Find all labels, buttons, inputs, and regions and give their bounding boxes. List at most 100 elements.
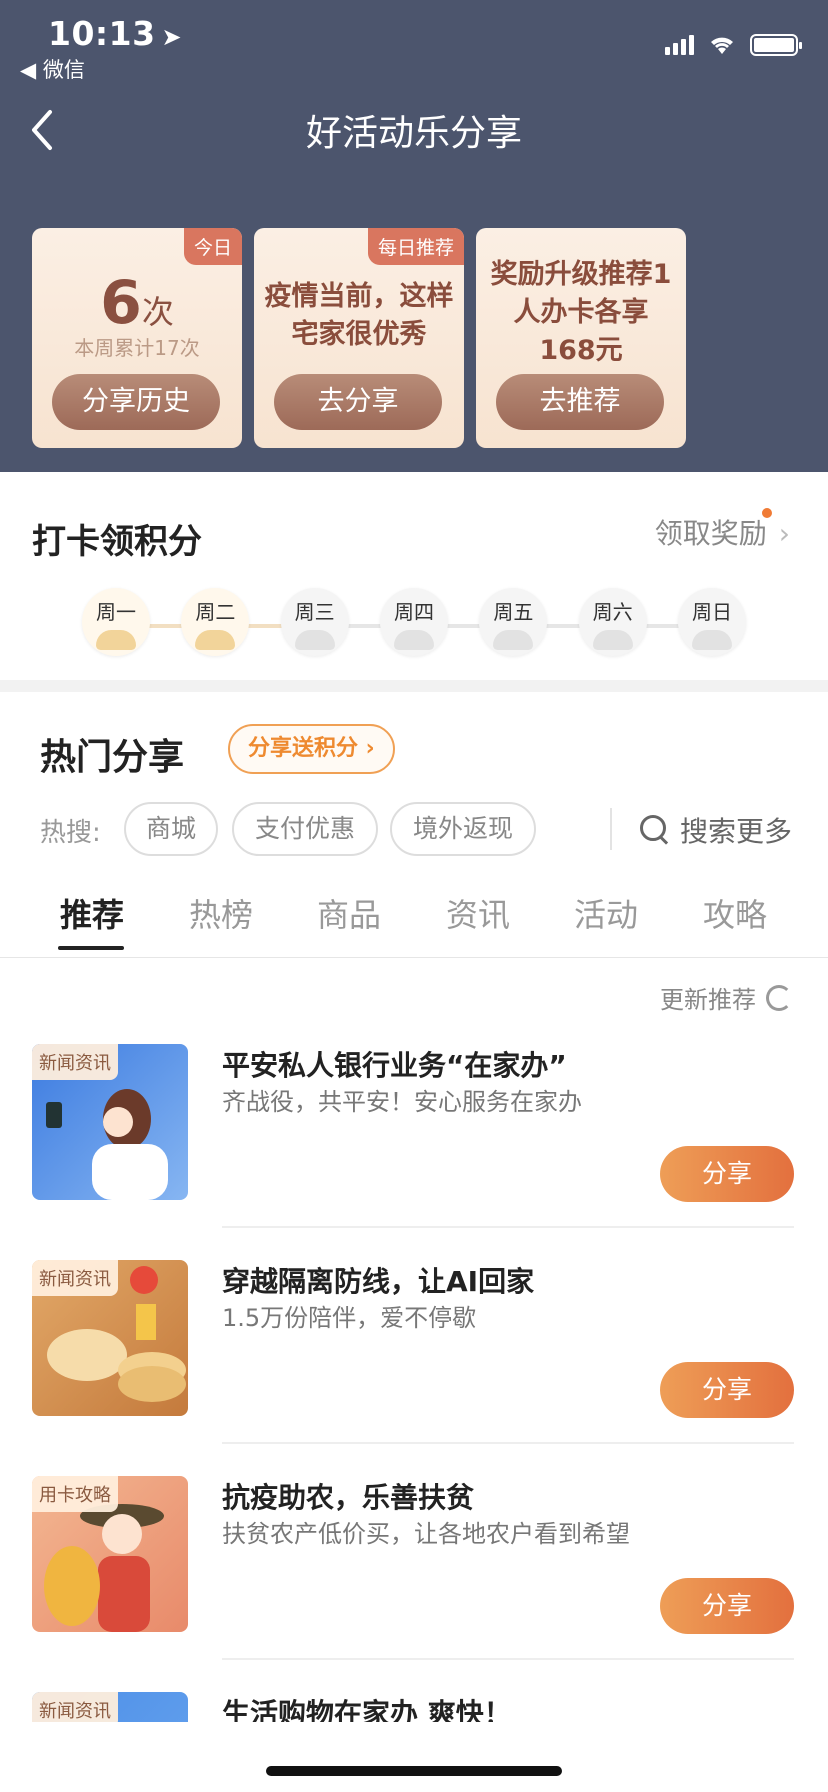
- article-thumbnail: 用卡攻略: [32, 1476, 188, 1632]
- points-coin-icon: [195, 630, 236, 650]
- tab-news[interactable]: 资讯: [414, 890, 542, 936]
- tab-hot-list[interactable]: 热榜: [157, 890, 285, 936]
- share-history-button[interactable]: 分享历史: [52, 374, 220, 430]
- share-count-unit: 次: [141, 293, 174, 331]
- search-more-label: 搜索更多: [680, 815, 793, 848]
- item-desc: 1.5万份陪伴，爱不停歇: [222, 1304, 477, 1332]
- hot-search-chip[interactable]: 支付优惠: [232, 802, 378, 856]
- item-title: 抗疫助农，乐善扶贫: [222, 1481, 475, 1514]
- go-share-button[interactable]: 去分享: [274, 374, 442, 430]
- tab-products[interactable]: 商品: [285, 890, 413, 936]
- page-title: 好活动乐分享: [305, 113, 522, 154]
- card-daily-recommend: 每日推荐 疫情当前，这样宅家很优秀 去分享: [254, 228, 464, 448]
- checkin-day-label: 周三: [294, 600, 335, 624]
- points-coin-icon: [294, 630, 335, 650]
- checkin-day-label: 周六: [592, 600, 633, 624]
- back-to-wechat[interactable]: ◀ 微信: [20, 54, 85, 84]
- checkin-day: 周一: [82, 588, 150, 656]
- share-points-button[interactable]: 分享送积分 ›: [228, 724, 395, 774]
- points-coin-icon: [692, 630, 732, 650]
- list-item[interactable]: 新闻资讯 生活购物在家办 爽快！: [0, 1692, 828, 1722]
- checkin-day-label: 周四: [394, 600, 434, 624]
- tab-guides[interactable]: 攻略: [671, 890, 799, 936]
- checkin-day-label: 周日: [692, 600, 732, 624]
- share-count-number: 6: [100, 268, 142, 338]
- item-desc: 扶贫农产低价买，让各地农户看到希望: [222, 1520, 630, 1548]
- today-tag: 今日: [183, 228, 242, 265]
- refresh-icon: [766, 984, 792, 1011]
- card-referral: 奖励升级推荐1人办卡各享168元 去推荐: [476, 228, 686, 448]
- wifi-icon: [711, 37, 733, 54]
- article-thumbnail: 新闻资讯: [32, 1044, 188, 1200]
- tab-recommend[interactable]: 推荐: [28, 890, 156, 950]
- checkin-title: 打卡领积分: [32, 522, 202, 562]
- location-arrow-icon: ➤: [161, 23, 183, 51]
- notification-dot: [762, 508, 772, 518]
- item-badge: 新闻资讯: [32, 1692, 118, 1722]
- article-thumbnail: 新闻资讯: [32, 1692, 188, 1722]
- weekly-total: 本周累计17次: [74, 336, 200, 360]
- item-title: 平安私人银行业务“在家办”: [222, 1049, 567, 1082]
- share-button[interactable]: 分享: [660, 1578, 794, 1634]
- checkin-day-label: 周一: [96, 600, 136, 624]
- item-divider: [222, 1226, 794, 1228]
- item-divider: [222, 1658, 794, 1660]
- section-divider: [0, 680, 828, 692]
- points-coin-icon: [493, 630, 534, 650]
- item-badge: 新闻资讯: [32, 1044, 118, 1080]
- checkin-day: 周六: [578, 588, 647, 656]
- hot-search-chip[interactable]: 商城: [124, 802, 218, 856]
- checkin-day: 周二: [181, 588, 250, 656]
- list-item[interactable]: 新闻资讯 平安私人银行业务“在家办” 齐战役，共平安！安心服务在家办 分享: [0, 1044, 828, 1260]
- search-icon: [640, 815, 670, 845]
- time-text: 10:13: [48, 14, 156, 53]
- list-item[interactable]: 用卡攻略 抗疫助农，乐善扶贫 扶贫农产低价买，让各地农户看到希望 分享: [0, 1476, 828, 1692]
- hot-share-title: 热门分享: [40, 737, 185, 778]
- tab-activities[interactable]: 活动: [542, 890, 670, 936]
- list-item[interactable]: 新闻资讯 穿越隔离防线，让AI回家 1.5万份陪伴，爱不停歇 分享: [0, 1260, 828, 1476]
- checkin-day: 周五: [479, 588, 548, 656]
- refresh-label: 更新推荐: [660, 986, 756, 1014]
- share-count: 6次: [32, 268, 242, 338]
- item-divider: [222, 1442, 794, 1444]
- item-desc: 齐战役，共平安！安心服务在家办: [222, 1088, 582, 1116]
- status-icons: [665, 34, 802, 56]
- referral-text: 奖励升级推荐1人办卡各享168元: [490, 259, 672, 366]
- checkin-days: 周一 周二 周三 周四 周五 周六 周日: [82, 588, 746, 660]
- item-title: 穿越隔离防线，让AI回家: [222, 1265, 535, 1298]
- header-panel: 10:13 ➤ ◀ 微信 好活动乐分享 今日 6次 本周累计17次 分享历史 每日…: [0, 0, 828, 472]
- go-recommend-button[interactable]: 去推荐: [496, 374, 664, 430]
- claim-reward-label: 领取奖励: [654, 517, 767, 550]
- share-button[interactable]: 分享: [660, 1362, 794, 1418]
- chevron-right-icon: ›: [778, 517, 790, 550]
- refresh-recommend-button[interactable]: 更新推荐: [660, 980, 792, 1015]
- hot-search-label: 热搜:: [40, 818, 101, 848]
- item-title: 生活购物在家办 爽快！: [222, 1697, 512, 1722]
- category-tabs: 推荐 热榜 商品 资讯 活动 攻略: [0, 890, 828, 958]
- active-tab-underline: [58, 946, 124, 950]
- daily-recommend-tag: 每日推荐: [367, 228, 464, 265]
- search-more-button[interactable]: 搜索更多: [640, 810, 792, 850]
- card-share-history: 今日 6次 本周累计17次 分享历史: [32, 228, 242, 448]
- checkin-day-label: 周五: [493, 600, 534, 624]
- daily-recommend-text: 疫情当前，这样宅家很优秀: [264, 281, 454, 350]
- points-coin-icon: [96, 630, 136, 650]
- points-coin-icon: [394, 630, 434, 650]
- checkin-day-label: 周二: [195, 600, 236, 624]
- points-coin-icon: [592, 630, 633, 650]
- checkin-day: 周四: [380, 588, 448, 656]
- home-indicator: [266, 1766, 562, 1776]
- status-time: 10:13 ➤: [48, 14, 182, 53]
- article-thumbnail: 新闻资讯: [32, 1260, 188, 1416]
- tab-label: 推荐: [59, 896, 124, 934]
- checkin-day: 周日: [678, 588, 746, 656]
- item-badge: 新闻资讯: [32, 1260, 118, 1296]
- signal-icon: [665, 35, 694, 55]
- hot-search-chip[interactable]: 境外返现: [390, 802, 536, 856]
- item-badge: 用卡攻略: [32, 1476, 118, 1512]
- battery-icon: [750, 34, 802, 56]
- share-button[interactable]: 分享: [660, 1146, 794, 1202]
- claim-reward-link[interactable]: 领取奖励 ›: [654, 508, 790, 552]
- checkin-day: 周三: [280, 588, 349, 656]
- search-separator: [610, 808, 612, 850]
